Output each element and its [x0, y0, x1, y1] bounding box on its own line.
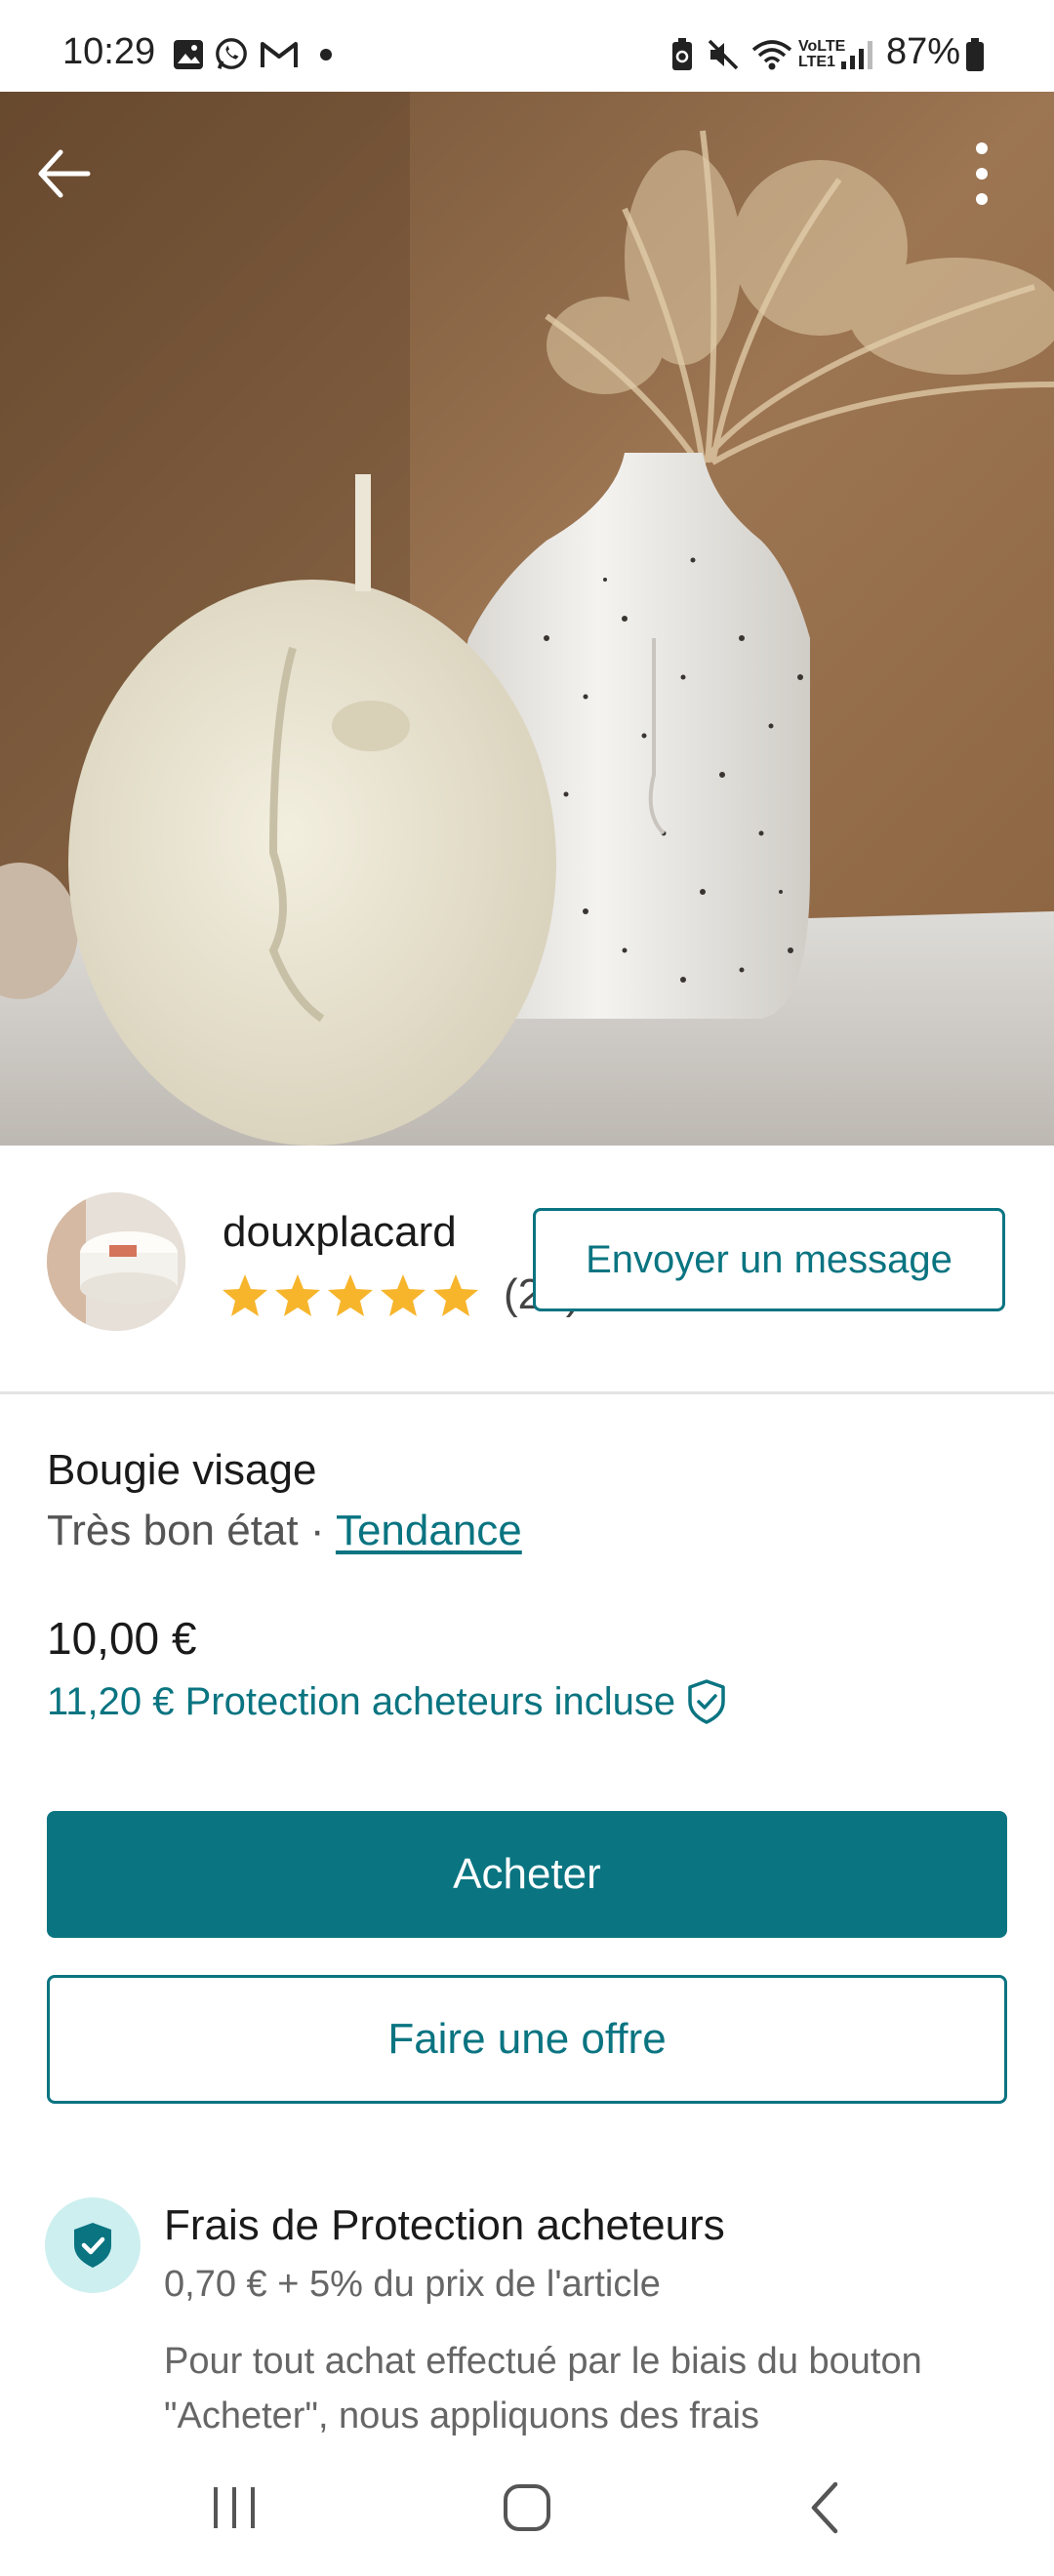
status-bar: 10:29 VoLTE LTE1 87%	[0, 0, 1054, 92]
make-offer-button[interactable]: Faire une offre	[47, 1975, 1007, 2104]
item-condition-row: Très bon état · Tendance	[47, 1507, 522, 1555]
more-vertical-icon[interactable]	[976, 142, 988, 205]
status-time: 10:29	[62, 31, 156, 72]
protection-fee: 0,70 € + 5% du prix de l'article	[164, 2264, 661, 2305]
recent-apps-icon	[214, 2487, 255, 2528]
shield-check-icon	[74, 2223, 111, 2268]
home-icon	[504, 2484, 550, 2531]
battery-percent: 87%	[886, 31, 961, 72]
system-nav-bar	[0, 2439, 1054, 2576]
home-button[interactable]	[478, 2459, 576, 2556]
buy-button[interactable]: Acheter	[47, 1811, 1007, 1938]
star-icon	[223, 1274, 267, 1316]
item-condition: Très bon état	[47, 1507, 299, 1554]
seller-name[interactable]: douxplacard	[223, 1208, 457, 1257]
item-price: 10,00 €	[47, 1613, 197, 1664]
battery-icon	[966, 38, 984, 71]
product-image	[0, 92, 1054, 1146]
dot-icon	[320, 49, 332, 60]
avatar-image	[47, 1192, 185, 1331]
product-photo[interactable]	[0, 92, 1054, 1146]
whatsapp-icon	[216, 38, 247, 69]
recent-apps-button[interactable]	[185, 2459, 283, 2556]
battery-saver-icon	[672, 38, 692, 70]
protection-badge	[45, 2197, 141, 2293]
system-back-button[interactable]	[777, 2459, 874, 2556]
protection-description: Pour tout achat effectué par le biais du…	[164, 2341, 922, 2436]
price-with-protection[interactable]: 11,20 € Protection acheteurs incluse	[47, 1678, 728, 1725]
star-icon	[381, 1274, 426, 1316]
signal-icon	[841, 41, 872, 69]
star-icon	[328, 1274, 373, 1316]
item-title: Bougie visage	[47, 1446, 317, 1494]
wifi-icon	[751, 40, 792, 70]
star-icon	[433, 1274, 478, 1316]
mute-icon	[708, 39, 739, 70]
protection-title: Frais de Protection acheteurs	[164, 2201, 725, 2249]
send-message-button[interactable]: Envoyer un message	[533, 1208, 1005, 1311]
gallery-icon	[174, 40, 203, 69]
network-label: VoLTE LTE1	[798, 38, 846, 70]
rating-stars	[221, 1272, 480, 1317]
trend-link[interactable]: Tendance	[336, 1507, 522, 1554]
chevron-left-icon	[811, 2481, 838, 2534]
shield-check-icon	[688, 1679, 725, 1724]
separator: ·	[298, 1507, 336, 1554]
section-divider	[0, 1391, 1054, 1394]
gmail-icon	[261, 42, 298, 67]
seller-avatar[interactable]	[47, 1192, 185, 1331]
price-with-protection-text: 11,20 € Protection acheteurs incluse	[47, 1679, 676, 1723]
star-icon	[275, 1274, 320, 1316]
